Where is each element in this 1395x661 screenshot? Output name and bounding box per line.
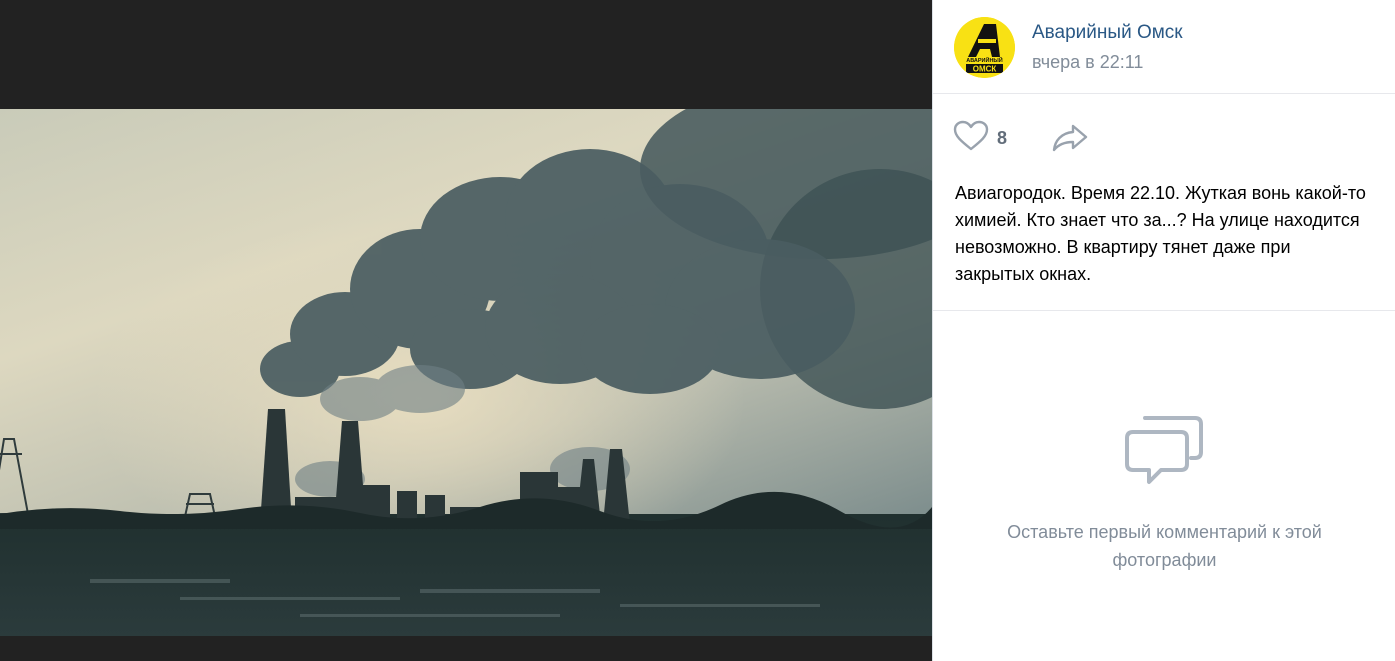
post-photo[interactable] [0, 109, 932, 636]
author-name[interactable]: Аварийный Омск [1032, 22, 1183, 44]
like-count: 8 [997, 127, 1008, 148]
share-button[interactable] [1051, 122, 1089, 159]
avatar[interactable]: АВАРИЙНЫЙ ОМСК [954, 17, 1015, 78]
avatar-text-bottom: ОМСК [973, 65, 997, 74]
empty-comments-text: Оставьте первый комментарий к этой фотог… [1007, 522, 1322, 570]
comment-bubbles-icon [1125, 412, 1205, 491]
post-header: АВАРИЙНЫЙ ОМСК Аварийный Омск вчера в 22… [933, 0, 1395, 94]
photo-viewer [0, 0, 932, 661]
share-arrow-icon [1051, 124, 1089, 158]
like-button[interactable]: 8 [953, 120, 1007, 156]
heart-icon [953, 120, 989, 157]
post-time[interactable]: вчера в 22:11 [1032, 52, 1143, 73]
post-text: Авиагородок. Время 22.10. Жуткая вонь ка… [955, 183, 1366, 284]
post-actions: 8 [933, 95, 1395, 179]
post-sidebar: АВАРИЙНЫЙ ОМСК Аварийный Омск вчера в 22… [932, 0, 1395, 661]
avatar-text-top: АВАРИЙНЫЙ [966, 56, 1003, 64]
comments-empty-state: Оставьте первый комментарий к этой фотог… [933, 311, 1395, 661]
